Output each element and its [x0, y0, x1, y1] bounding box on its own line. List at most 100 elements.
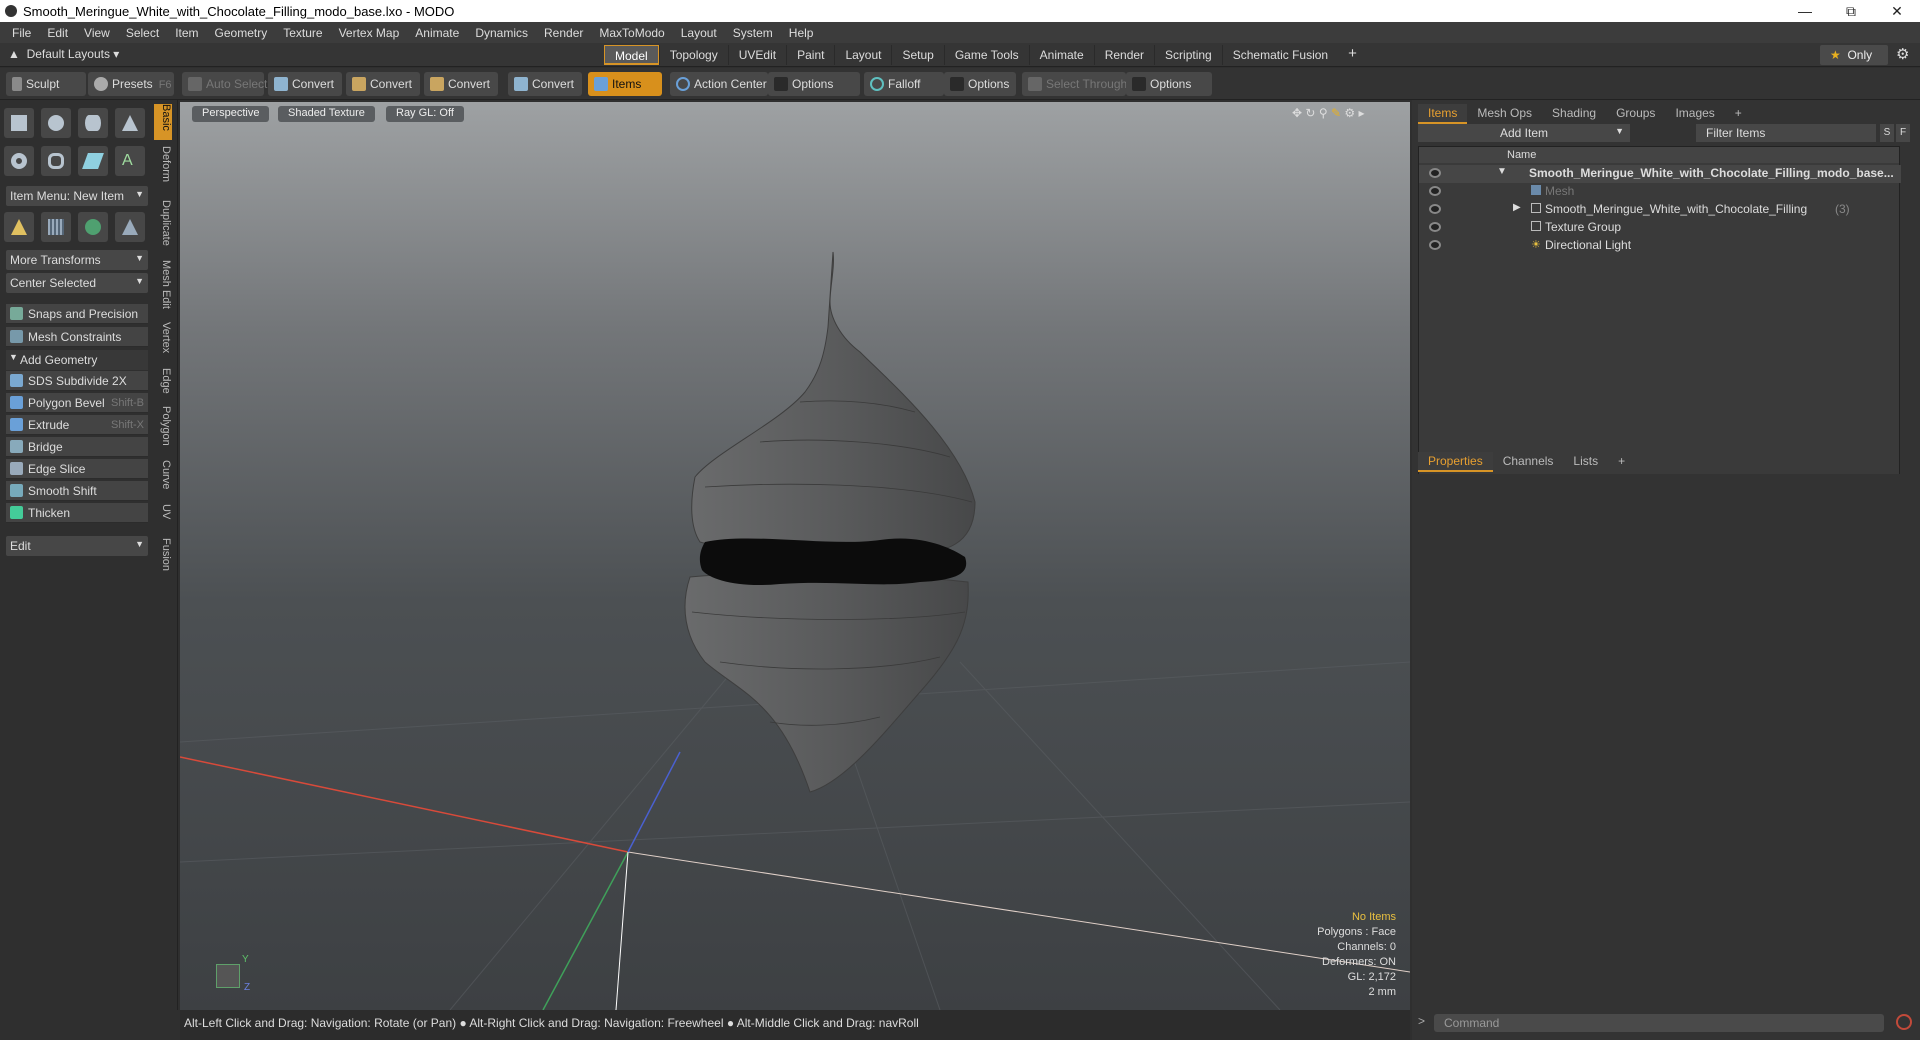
sculpt-button[interactable]: Sculpt — [6, 72, 86, 96]
vtab-polygon[interactable]: Polygon — [154, 406, 172, 446]
cone-tool-button[interactable] — [115, 108, 145, 138]
mesh-constraints-button[interactable]: Mesh Constraints — [6, 327, 148, 347]
vtab-fusion[interactable]: Fusion — [154, 538, 172, 571]
only-button[interactable]: ★ Only — [1820, 45, 1888, 65]
tab-images[interactable]: Images — [1665, 104, 1724, 124]
tab-properties[interactable]: Properties — [1418, 452, 1493, 472]
wedge-tool-button[interactable] — [115, 212, 145, 242]
tab-model[interactable]: Model — [604, 45, 659, 65]
eye-icon[interactable] — [1429, 168, 1441, 178]
vtab-basic[interactable]: Basic — [154, 104, 172, 140]
menu-select[interactable]: Select — [118, 26, 167, 40]
tab-scripting[interactable]: Scripting — [1154, 45, 1222, 65]
menu-layout[interactable]: Layout — [673, 26, 725, 40]
convert-polygons-button[interactable]: Convert — [424, 72, 498, 96]
sphere-tool-button[interactable] — [41, 108, 71, 138]
expand-icon[interactable]: ▸ — [1358, 106, 1364, 120]
gear-icon[interactable]: ⚙ — [1896, 45, 1909, 63]
close-icon[interactable]: ✕ — [1874, 3, 1920, 20]
menu-help[interactable]: Help — [781, 26, 822, 40]
item-row-directional-light[interactable]: ☀ Directional Light — [1419, 237, 1901, 255]
tab-items[interactable]: Items — [1418, 104, 1468, 124]
convert-items-button[interactable]: Convert — [508, 72, 582, 96]
menu-system[interactable]: System — [725, 26, 781, 40]
tab-shading[interactable]: Shading — [1542, 104, 1606, 124]
filter-items-input[interactable]: Filter Items — [1696, 124, 1876, 142]
record-icon[interactable] — [1896, 1014, 1912, 1030]
tab-render[interactable]: Render — [1093, 45, 1154, 65]
tube-tool-button[interactable] — [41, 146, 71, 176]
convert-vertices-button[interactable]: Convert — [268, 72, 342, 96]
edit-dropdown[interactable]: Edit ▼ — [6, 536, 148, 556]
tab-animate[interactable]: Animate — [1028, 45, 1094, 65]
cube-tool-button[interactable] — [4, 108, 34, 138]
globe-tool-button[interactable] — [78, 212, 108, 242]
menu-geometry[interactable]: Geometry — [207, 26, 276, 40]
restore-icon[interactable]: ⧉ — [1828, 3, 1874, 20]
vtab-vertex[interactable]: Vertex — [154, 322, 172, 353]
minimize-icon[interactable]: — — [1782, 3, 1828, 19]
menu-animate[interactable]: Animate — [407, 26, 467, 40]
vtab-curve[interactable]: Curve — [154, 460, 172, 489]
more-transforms-dropdown[interactable]: More Transforms ▼ — [6, 250, 148, 270]
default-layouts-dropdown[interactable]: ▲︎ Default Layouts ▾ — [8, 47, 119, 61]
extrude-button[interactable]: Extrude Shift-X — [6, 415, 148, 435]
add-tab-button[interactable]: + — [1725, 104, 1752, 124]
item-row-mesh[interactable]: Mesh — [1419, 183, 1901, 201]
tab-mesh-ops[interactable]: Mesh Ops — [1467, 104, 1542, 124]
tab-groups[interactable]: Groups — [1606, 104, 1665, 124]
vtab-uv[interactable]: UV — [154, 504, 172, 519]
menu-vertex-map[interactable]: Vertex Map — [331, 26, 408, 40]
torus-tool-button[interactable] — [4, 146, 34, 176]
menu-dynamics[interactable]: Dynamics — [467, 26, 536, 40]
options-button-2[interactable]: Options — [944, 72, 1016, 96]
item-row-scene[interactable]: ▼ Smooth_Meringue_White_with_Chocolate_Fi… — [1419, 165, 1901, 183]
item-row-texture-group[interactable]: Texture Group — [1419, 219, 1901, 237]
tab-uvedit[interactable]: UVEdit — [727, 45, 786, 65]
options-button-1[interactable]: Options — [768, 72, 860, 96]
raygl-button[interactable]: Ray GL: Off — [386, 106, 464, 122]
add-item-dropdown[interactable]: Add Item ▼ — [1418, 124, 1630, 142]
convert-edges-button[interactable]: Convert — [346, 72, 420, 96]
vtab-deform[interactable]: Deform — [154, 146, 172, 182]
expand-arrow-icon[interactable]: ▶ — [1513, 202, 1521, 213]
expand-arrow-icon[interactable]: ▼ — [1497, 166, 1507, 177]
tab-game-tools[interactable]: Game Tools — [943, 45, 1029, 65]
rotate-icon[interactable]: ↻ — [1305, 106, 1315, 120]
gear-icon[interactable]: ⚙ — [1344, 106, 1355, 120]
tab-channels[interactable]: Channels — [1493, 452, 1564, 472]
3d-viewport[interactable]: Perspective Shaded Texture Ray GL: Off ✥… — [180, 102, 1410, 1010]
eye-icon[interactable] — [1429, 222, 1441, 232]
vtab-edge[interactable]: Edge — [154, 368, 172, 394]
add-geometry-section[interactable]: ▼ Add Geometry — [6, 350, 148, 370]
pan-icon[interactable]: ✥ — [1292, 106, 1302, 120]
eye-icon[interactable] — [1429, 240, 1441, 250]
column-name-header[interactable]: Name — [1507, 149, 1536, 161]
sds-subdivide-button[interactable]: SDS Subdivide 2X — [6, 371, 148, 391]
grid-tool-button[interactable] — [41, 212, 71, 242]
pen-tool-button[interactable] — [78, 146, 108, 176]
f-filter-button[interactable]: F — [1896, 124, 1910, 142]
menu-file[interactable]: File — [4, 26, 39, 40]
action-center-button[interactable]: Action Center — [670, 72, 768, 96]
eye-icon[interactable] — [1429, 186, 1441, 196]
options-button-3[interactable]: Options — [1126, 72, 1212, 96]
item-row-meringue[interactable]: ▶ Smooth_Meringue_White_with_Chocolate_Fi… — [1419, 201, 1901, 219]
falloff-button[interactable]: Falloff — [864, 72, 944, 96]
locator-tool-button[interactable] — [4, 212, 34, 242]
perspective-button[interactable]: Perspective — [192, 106, 270, 122]
tab-lists[interactable]: Lists — [1563, 452, 1608, 472]
item-menu-dropdown[interactable]: Item Menu: New Item ▼ — [6, 186, 148, 206]
presets-button[interactable]: Presets F6 — [88, 72, 174, 96]
smooth-shift-button[interactable]: Smooth Shift — [6, 481, 148, 501]
tab-schematic-fusion[interactable]: Schematic Fusion — [1221, 45, 1338, 65]
zoom-icon[interactable]: ⚲ — [1319, 106, 1328, 120]
auto-select-button[interactable]: Auto Select — [182, 72, 267, 96]
menu-view[interactable]: View — [76, 26, 118, 40]
cylinder-tool-button[interactable] — [78, 108, 108, 138]
vtab-duplicate[interactable]: Duplicate — [154, 200, 172, 246]
thicken-button[interactable]: Thicken — [6, 503, 148, 523]
eye-icon[interactable] — [1429, 204, 1441, 214]
center-selected-dropdown[interactable]: Center Selected ▼ — [6, 273, 148, 293]
tab-setup[interactable]: Setup — [891, 45, 943, 65]
